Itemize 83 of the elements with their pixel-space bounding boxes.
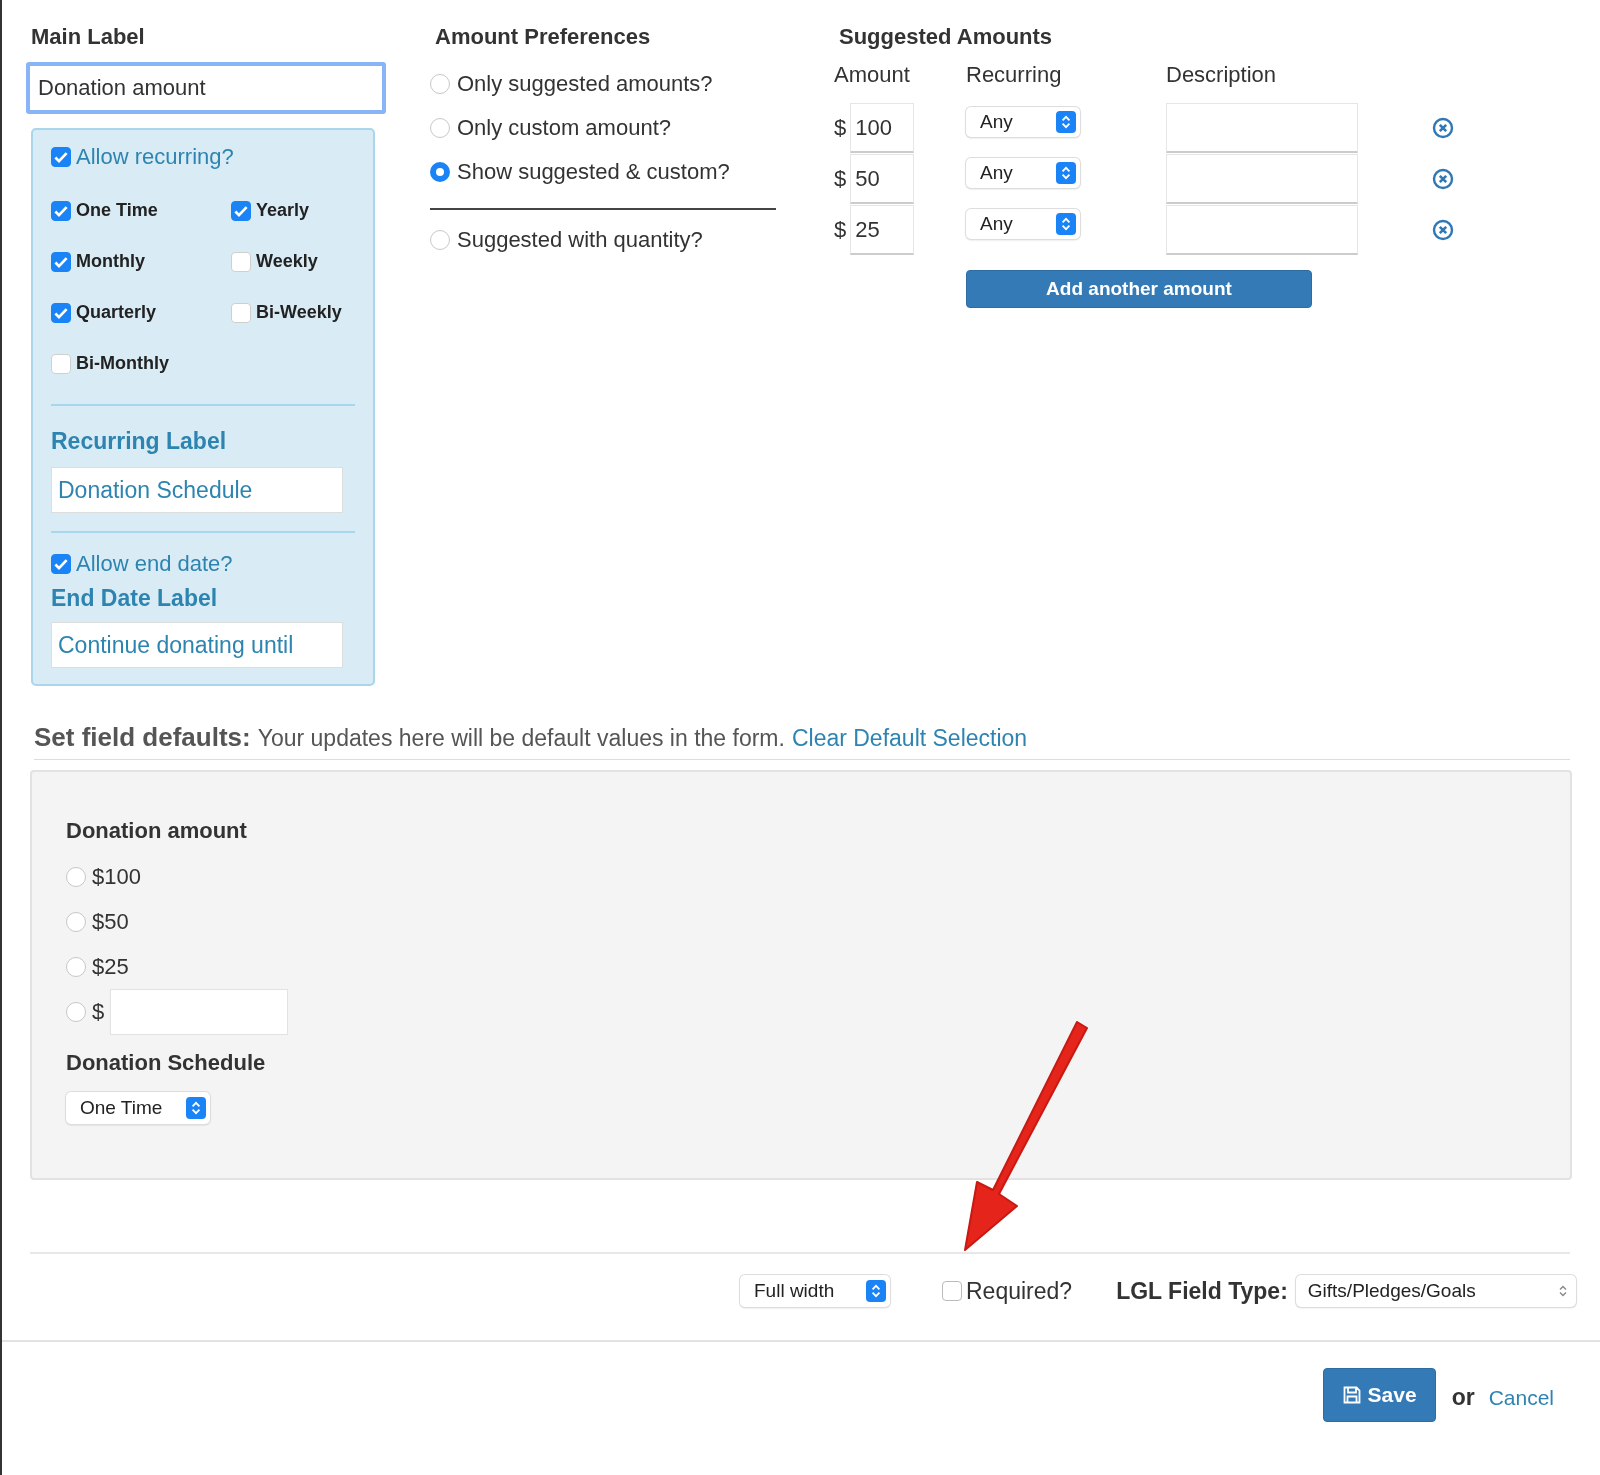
schedule-select[interactable]: One Time <box>66 1092 210 1124</box>
checkbox[interactable] <box>231 302 251 323</box>
checkbox[interactable] <box>51 147 71 167</box>
field-heading: Donation amount <box>66 818 248 844</box>
remove-icon[interactable] <box>1432 168 1454 190</box>
radio-button[interactable] <box>66 866 86 887</box>
main-label-input[interactable]: Donation amount <box>26 62 386 114</box>
width-select[interactable]: Full width <box>740 1275 890 1307</box>
save-button[interactable]: Save <box>1322 1368 1436 1422</box>
radio-label: Only suggested amounts? <box>457 71 713 97</box>
add-amount-button[interactable]: Add another amount <box>966 270 1312 308</box>
radio-button[interactable] <box>430 74 450 94</box>
radio-button[interactable] <box>66 1001 86 1022</box>
recurring-select[interactable]: Any <box>966 158 1080 188</box>
description-input[interactable] <box>1166 103 1358 153</box>
save-icon <box>1341 1385 1362 1405</box>
radio-button[interactable] <box>430 162 450 182</box>
custom-amount-input[interactable] <box>110 988 289 1035</box>
checkbox-label: Yearly <box>256 200 310 221</box>
section-heading: Amount Preferences <box>435 24 652 50</box>
radio-button[interactable] <box>66 911 86 932</box>
recurring-select[interactable]: Any <box>966 107 1080 137</box>
stepper-icon <box>186 1097 206 1119</box>
remove-icon[interactable] <box>1432 117 1454 139</box>
radio-label: $25 <box>92 953 129 980</box>
checkbox-label: Required? <box>966 1277 1073 1305</box>
checkbox[interactable] <box>231 251 251 272</box>
currency-symbol: $ <box>834 115 847 141</box>
checkbox[interactable] <box>51 554 71 574</box>
amount-input[interactable]: 100 <box>850 103 915 153</box>
amount-input[interactable]: 50 <box>850 154 915 204</box>
checkbox-label: Allow end date? <box>76 551 233 577</box>
currency-symbol: $ <box>834 217 847 243</box>
column-header: Recurring <box>966 61 1063 89</box>
checkbox-label: Bi-Monthly <box>76 353 169 374</box>
cancel-link[interactable]: Cancel <box>1488 1386 1554 1410</box>
checkbox[interactable] <box>51 200 71 221</box>
radio-button[interactable] <box>66 956 86 977</box>
end-date-label-input[interactable]: Continue donating until <box>51 622 343 668</box>
recurring-label-input[interactable]: Donation Schedule <box>51 467 343 513</box>
checkbox-label: Monthly <box>76 251 145 272</box>
stepper-icon <box>1056 111 1076 133</box>
radio-button[interactable] <box>430 230 450 250</box>
checkbox[interactable] <box>51 353 71 374</box>
checkbox[interactable] <box>231 200 251 221</box>
field-heading: Donation Schedule <box>66 1050 267 1076</box>
radio-label: Only custom amount? <box>457 115 671 141</box>
field-type-label: LGL Field Type: <box>1116 1277 1288 1305</box>
checkbox[interactable] <box>51 251 71 272</box>
or-text: or <box>1451 1384 1475 1411</box>
remove-icon[interactable] <box>1432 219 1454 241</box>
field-heading: End Date Label <box>51 585 219 612</box>
description-input[interactable] <box>1166 154 1358 204</box>
field-type-select[interactable]: Gifts/Pledges/Goals <box>1295 1275 1576 1307</box>
stepper-icon <box>1056 162 1076 184</box>
checkbox-label: Quarterly <box>76 302 157 323</box>
checkbox-label: Bi-Weekly <box>256 302 342 323</box>
description-input[interactable] <box>1166 205 1358 255</box>
radio-label: Suggested with quantity? <box>457 227 703 253</box>
radio-label: Show suggested & custom? <box>457 159 730 185</box>
currency-symbol: $ <box>834 166 847 192</box>
checkbox[interactable] <box>51 302 71 323</box>
recurring-select[interactable]: Any <box>966 209 1080 239</box>
section-heading: Set field defaults: <box>34 722 251 753</box>
checkbox-label: One Time <box>76 200 158 221</box>
radio-button[interactable] <box>430 118 450 138</box>
field-heading: Main Label <box>31 24 146 50</box>
checkbox-label: Weekly <box>256 251 318 272</box>
stepper-icon <box>1056 213 1076 235</box>
section-heading: Suggested Amounts <box>839 24 1054 50</box>
checkbox[interactable] <box>942 1281 962 1301</box>
clear-default-link[interactable]: Clear Default Selection <box>791 725 1028 752</box>
checkbox-label: Allow recurring? <box>76 144 234 170</box>
stepper-icon <box>866 1280 886 1302</box>
currency-symbol: $ <box>92 998 105 1025</box>
radio-label: $50 <box>92 908 129 935</box>
radio-label: $100 <box>92 863 141 890</box>
amount-input[interactable]: 25 <box>850 205 915 255</box>
column-header: Amount <box>834 61 911 89</box>
column-header: Description <box>1166 61 1278 89</box>
stepper-icon <box>1557 1284 1568 1298</box>
field-heading: Recurring Label <box>51 428 228 455</box>
section-hint: Your updates here will be default values in the form. <box>257 725 785 752</box>
